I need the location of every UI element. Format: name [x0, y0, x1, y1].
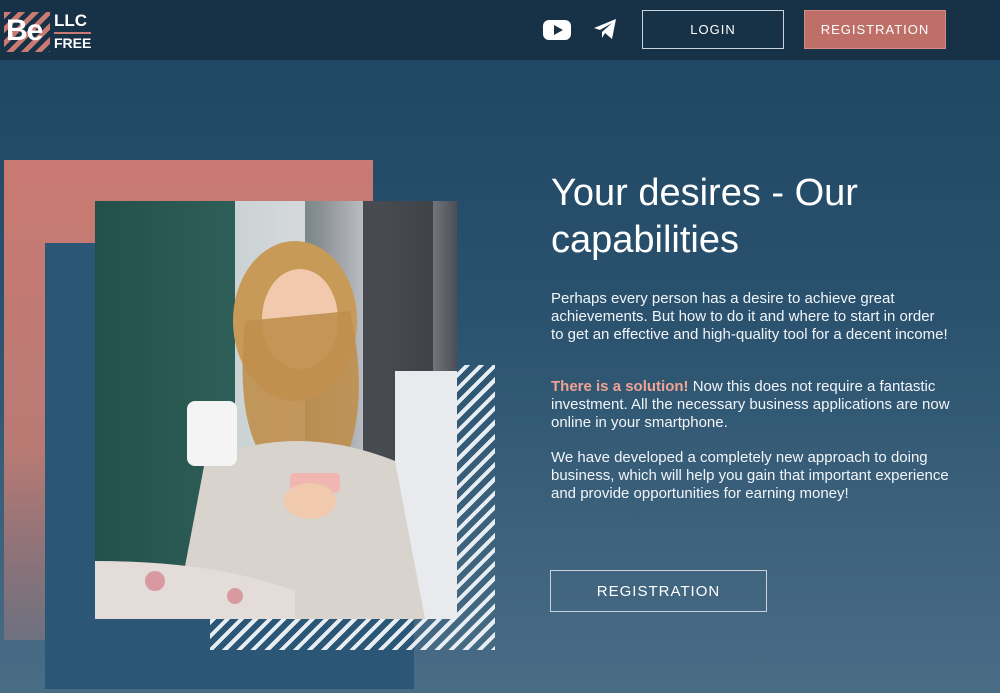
youtube-icon[interactable]	[543, 20, 571, 40]
logo-llc-text: LLC	[54, 11, 88, 30]
hero-paragraph-3: We have developed a completely new appro…	[551, 449, 949, 502]
hero-paragraph-1: Perhaps every person has a desire to ach…	[551, 290, 948, 343]
logo-free-text: FREE	[54, 32, 92, 51]
login-button[interactable]: LOGIN	[642, 10, 784, 49]
telegram-icon[interactable]	[593, 18, 617, 40]
hero-photo-illustration	[95, 201, 457, 619]
hero-registration-button[interactable]: REGISTRATION	[550, 570, 767, 612]
hero-photo	[95, 201, 457, 619]
header-registration-button[interactable]: REGISTRATION	[804, 10, 946, 49]
hero-title: Your desires - Our capabilities	[551, 172, 858, 261]
solution-highlight: There is a solution!	[551, 378, 689, 395]
logo-main-text: Be	[6, 14, 43, 47]
site-header: Be LLC FREE LOGIN REGISTRATION	[0, 0, 1000, 60]
hero-paragraph-2: There is a solution! Now this does not r…	[551, 378, 951, 432]
logo[interactable]: Be LLC FREE	[2, 8, 92, 52]
